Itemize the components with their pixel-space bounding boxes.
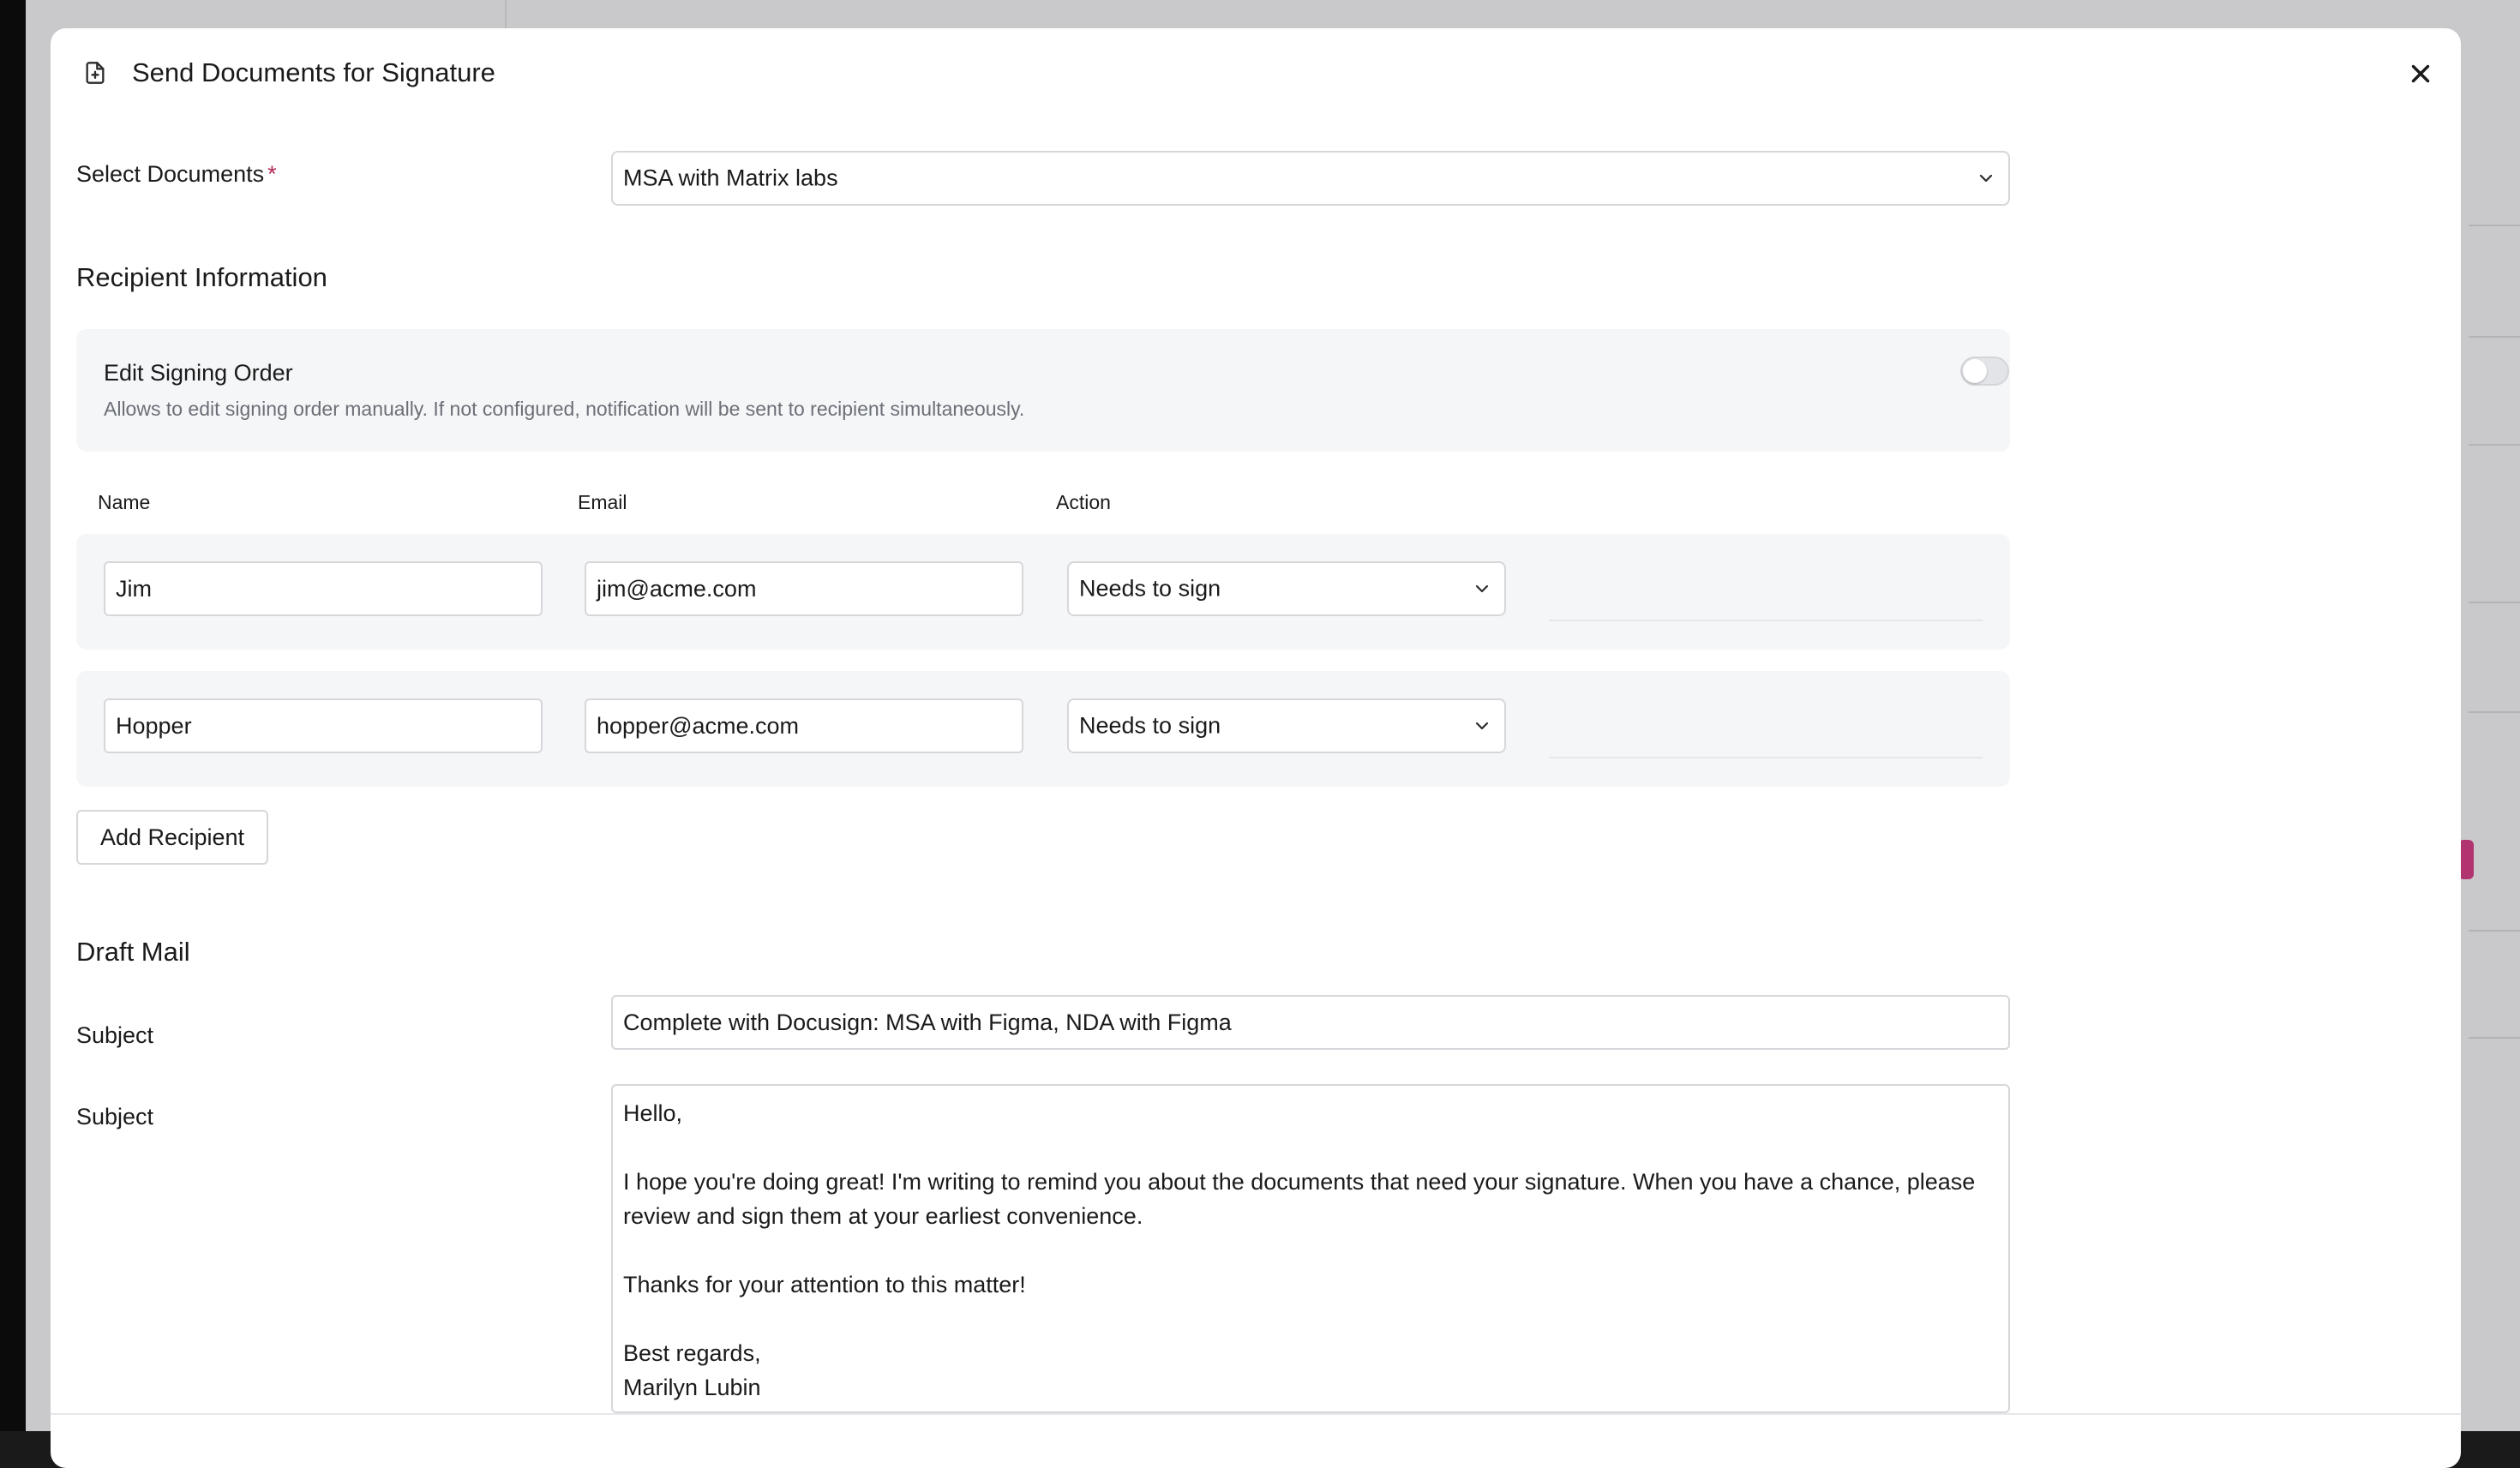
select-documents-dropdown[interactable]: MSA with Matrix labs — [611, 151, 2010, 206]
recipient-name-input[interactable]: Jim — [104, 561, 543, 616]
background-row-line — [2469, 602, 2520, 603]
recipient-action-value: Needs to sign — [1079, 575, 1221, 602]
background-row-line — [2469, 444, 2520, 446]
add-recipient-button[interactable]: Add Recipient — [76, 810, 268, 865]
recipient-row: Jim jim@acme.com Needs to sign — [76, 534, 2010, 650]
recipient-information-title: Recipient Information — [76, 262, 327, 292]
select-documents-label-text: Select Documents — [76, 161, 265, 187]
recipient-email-input[interactable]: jim@acme.com — [585, 561, 1023, 616]
row-divider — [1549, 757, 1983, 758]
body-label: Subject — [76, 1104, 154, 1129]
chevron-down-icon — [1979, 174, 1993, 183]
signing-order-toggle[interactable] — [1960, 357, 2009, 386]
recipient-action-value: Needs to sign — [1079, 712, 1221, 739]
subject-input[interactable]: Complete with Docusign: MSA with Figma, … — [611, 995, 2010, 1050]
background-row-line — [2469, 711, 2520, 713]
recipient-action-dropdown[interactable]: Needs to sign — [1067, 698, 1506, 753]
chevron-down-icon — [1475, 584, 1489, 593]
signing-order-card: Edit Signing Order Allows to edit signin… — [76, 329, 2010, 452]
column-header-name: Name — [98, 491, 151, 513]
signing-order-title: Edit Signing Order — [104, 360, 293, 386]
subject-label: Subject — [76, 1022, 154, 1048]
chevron-down-icon — [1475, 722, 1489, 730]
modal-header: Send Documents for Signature — [51, 28, 2461, 97]
recipient-email-input[interactable]: hopper@acme.com — [585, 698, 1023, 753]
document-plus-icon — [86, 62, 105, 84]
draft-mail-title: Draft Mail — [76, 937, 190, 967]
toggle-knob — [1963, 359, 1987, 383]
close-icon[interactable] — [2406, 59, 2435, 88]
background-row-line — [2469, 930, 2520, 932]
recipient-action-dropdown[interactable]: Needs to sign — [1067, 561, 1506, 616]
background-row-line — [2469, 225, 2520, 226]
mail-body-textarea[interactable]: Hello, I hope you're doing great! I'm wr… — [611, 1084, 2010, 1413]
row-divider — [1549, 620, 1983, 621]
modal-footer-divider — [51, 1413, 2461, 1415]
recipient-row: Hopper hopper@acme.com Needs to sign — [76, 671, 2010, 787]
recipient-name-input[interactable]: Hopper — [104, 698, 543, 753]
background-row-line — [2469, 336, 2520, 338]
signing-order-description: Allows to edit signing order manually. I… — [104, 398, 1025, 420]
background-row-line — [2469, 1037, 2520, 1039]
select-documents-value: MSA with Matrix labs — [623, 165, 838, 191]
required-marker: * — [267, 161, 277, 187]
select-documents-label: Select Documents * — [76, 161, 277, 188]
send-documents-modal: Send Documents for Signature Select Docu… — [51, 28, 2461, 1468]
column-header-action: Action — [1056, 491, 1111, 513]
modal-title: Send Documents for Signature — [132, 57, 495, 87]
background-left-strip — [0, 0, 26, 1431]
column-header-email: Email — [578, 491, 627, 513]
